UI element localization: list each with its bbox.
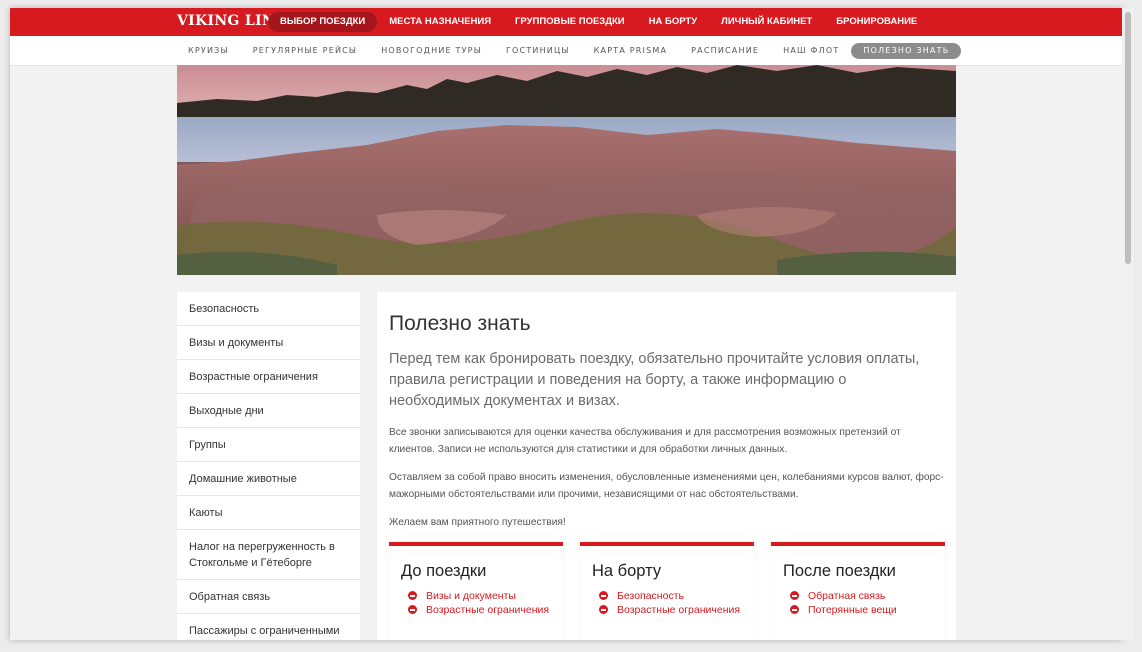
card-title: После поездки: [783, 562, 896, 580]
hero-image: [177, 65, 956, 275]
sidebar-item-visas-documents[interactable]: Визы и документы: [177, 326, 360, 360]
sub-nav-new-year-tours[interactable]: НОВОГОДНИЕ ТУРЫ: [369, 43, 494, 59]
card-link[interactable]: Возрастные ограничения: [408, 604, 558, 617]
page-title: Полезно знать: [389, 312, 531, 335]
minus-circle-icon: [408, 591, 417, 600]
sub-nav-useful-info[interactable]: ПОЛЕЗНО ЗНАТЬ: [851, 42, 962, 59]
card-link[interactable]: Визы и документы: [408, 590, 558, 603]
browser-viewport: VIKING LINE ВЫБОР ПОЕЗДКИ МЕСТА НАЗНАЧЕН…: [10, 8, 1122, 640]
scrollbar-thumb[interactable]: [1125, 12, 1131, 264]
card-title: До поездки: [401, 562, 487, 580]
sidebar-item-reduced-mobility[interactable]: Пассажиры с ограниченными: [177, 614, 360, 640]
sidebar-item-groups[interactable]: Группы: [177, 428, 360, 462]
main-nav: ВЫБОР ПОЕЗДКИ МЕСТА НАЗНАЧЕНИЯ ГРУППОВЫЕ…: [268, 12, 929, 32]
card-link-label: Обратная связь: [808, 590, 886, 602]
card-links: Безопасность Возрастные ограничения: [599, 590, 749, 618]
card-links: Обратная связь Потерянные вещи: [790, 590, 940, 618]
intro-lead: Перед тем как бронировать поездку, обяза…: [389, 351, 920, 409]
info-cards: До поездки Визы и документы Возрастные о…: [389, 542, 945, 640]
paragraph-changes-reserved: Оставляем за собой право вносить изменен…: [389, 472, 944, 500]
minus-circle-icon: [408, 605, 417, 614]
card-link[interactable]: Безопасность: [599, 590, 749, 603]
sidebar-item-age-restrictions[interactable]: Возрастные ограничения: [177, 360, 360, 394]
sidebar-item-feedback[interactable]: Обратная связь: [177, 580, 360, 614]
main-content: Полезно знать Перед тем как бронировать …: [377, 292, 956, 640]
sub-nav-hotels[interactable]: ГОСТИНИЦЫ: [494, 43, 582, 59]
main-navigation-bar: VIKING LINE ВЫБОР ПОЕЗДКИ МЕСТА НАЗНАЧЕН…: [10, 8, 1122, 36]
sub-nav-timetable[interactable]: РАСПИСАНИЕ: [679, 43, 771, 59]
rocky-shore-landscape-image: [177, 65, 956, 275]
main-nav-personal-account[interactable]: ЛИЧНЫЙ КАБИНЕТ: [709, 12, 824, 32]
minus-circle-icon: [790, 591, 799, 600]
card-after-trip: После поездки Обратная связь Потерянные …: [771, 542, 945, 640]
sidebar-item-pets[interactable]: Домашние животные: [177, 462, 360, 496]
sub-nav-cruises[interactable]: КРУИЗЫ: [176, 43, 241, 59]
sub-nav: КРУИЗЫ РЕГУЛЯРНЫЕ РЕЙСЫ НОВОГОДНИЕ ТУРЫ …: [176, 36, 962, 65]
card-link-label: Потерянные вещи: [808, 604, 897, 616]
sub-nav-prisma-card[interactable]: КАРТА PRISMA: [582, 43, 679, 59]
main-nav-group-trips[interactable]: ГРУППОВЫЕ ПОЕЗДКИ: [503, 12, 637, 32]
sub-navigation-bar: КРУИЗЫ РЕГУЛЯРНЫЕ РЕЙСЫ НОВОГОДНИЕ ТУРЫ …: [10, 36, 1122, 66]
main-nav-destinations[interactable]: МЕСТА НАЗНАЧЕНИЯ: [377, 12, 503, 32]
card-before-trip: До поездки Визы и документы Возрастные о…: [389, 542, 563, 640]
minus-circle-icon: [599, 591, 608, 600]
card-link-label: Безопасность: [617, 590, 684, 602]
sidebar-item-holidays[interactable]: Выходные дни: [177, 394, 360, 428]
sidebar-item-cabins[interactable]: Каюты: [177, 496, 360, 530]
card-onboard: На борту Безопасность Возрастные огранич…: [580, 542, 754, 640]
sidebar-menu: Безопасность Визы и документы Возрастные…: [177, 292, 360, 640]
sub-nav-our-fleet[interactable]: НАШ ФЛОТ: [771, 43, 851, 59]
card-title: На борту: [592, 562, 662, 580]
card-link-label: Возрастные ограничения: [426, 604, 550, 616]
paragraph-calls-recorded: Все звонки записываются для оценки качес…: [389, 427, 901, 455]
sidebar-item-congestion-tax[interactable]: Налог на перегруженность в Стокгольме и …: [177, 530, 360, 580]
card-link[interactable]: Возрастные ограничения: [599, 604, 749, 617]
card-link-label: Возрастные ограничения: [617, 604, 741, 616]
paragraph-good-trip: Желаем вам приятного путешествия!: [389, 517, 566, 528]
main-nav-trip-selection[interactable]: ВЫБОР ПОЕЗДКИ: [268, 12, 378, 32]
page-scrollbar[interactable]: [1122, 8, 1134, 640]
card-link-label: Визы и документы: [426, 590, 516, 602]
minus-circle-icon: [599, 605, 608, 614]
main-nav-onboard[interactable]: НА БОРТУ: [637, 12, 710, 32]
card-link[interactable]: Обратная связь: [790, 590, 940, 603]
sub-nav-regular-routes[interactable]: РЕГУЛЯРНЫЕ РЕЙСЫ: [241, 43, 369, 59]
card-link[interactable]: Потерянные вещи: [790, 604, 940, 617]
main-nav-booking[interactable]: БРОНИРОВАНИЕ: [824, 12, 929, 32]
card-links: Визы и документы Возрастные ограничения: [408, 590, 558, 618]
sidebar-item-safety[interactable]: Безопасность: [177, 292, 360, 326]
minus-circle-icon: [790, 605, 799, 614]
